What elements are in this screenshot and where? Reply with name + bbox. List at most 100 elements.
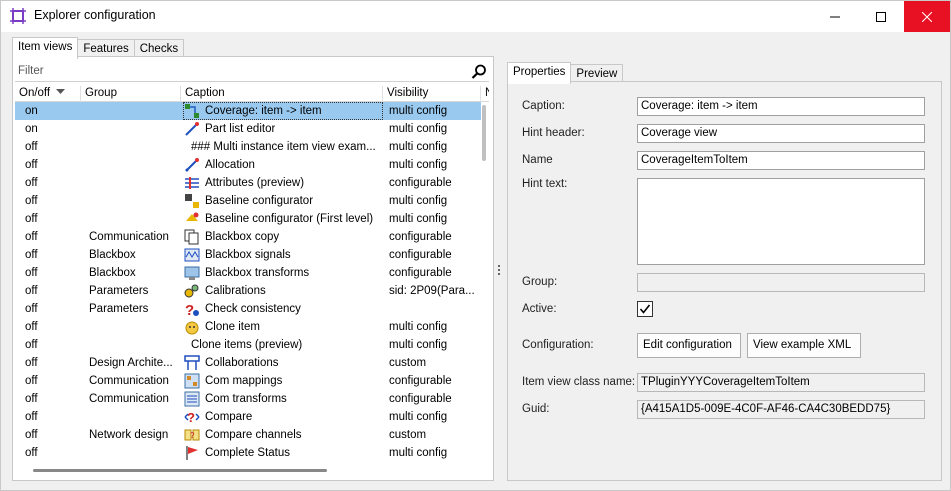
class-name-field[interactable]: TPluginYYYCoverageItemToItem (637, 373, 925, 392)
column-header-next[interactable]: N (481, 86, 489, 102)
horizontal-scrollbar[interactable] (33, 469, 327, 472)
row-onoff-cell: off (25, 447, 38, 459)
table-row[interactable]: off Baseline configurator multi config (15, 192, 481, 210)
table-row[interactable]: off Clone items (preview) multi config (15, 336, 481, 354)
caption-field[interactable]: Coverage: item -> item (637, 97, 925, 116)
row-group-cell: Communication (89, 375, 169, 387)
svg-text:?: ? (187, 410, 195, 425)
calibrations-icon (183, 283, 201, 299)
row-group-cell (89, 408, 179, 426)
row-group-cell: Communication (89, 393, 169, 405)
row-onoff-cell: off (25, 375, 38, 387)
panel-splitter[interactable] (498, 265, 501, 275)
row-group-cell: Parameters (89, 285, 149, 297)
row-visibility-cell: configurable (389, 375, 452, 387)
checkmark-icon (639, 304, 651, 314)
table-row[interactable]: off Baseline configurator (First level) mu… (15, 210, 481, 228)
row-group-cell: Blackbox (89, 267, 136, 279)
table-row[interactable]: off Clone item multi config (15, 318, 481, 336)
table-row[interactable]: off? Compare multi config (15, 408, 481, 426)
row-caption-cell: Blackbox copy (183, 228, 383, 246)
name-field[interactable]: CoverageItemToItem (637, 151, 925, 170)
edit-configuration-button[interactable]: Edit configuration (637, 333, 741, 358)
row-caption-cell: Baseline configurator (183, 192, 383, 210)
hint-header-label: Hint header: (522, 127, 585, 139)
maximize-button[interactable] (858, 1, 904, 32)
com-transforms-icon (183, 391, 201, 407)
com-mappings-icon (183, 373, 201, 389)
row-onoff-cell: off (25, 411, 38, 423)
row-group-cell (89, 210, 179, 228)
hint-text-field[interactable] (637, 178, 925, 265)
table-row[interactable]: on Part list editor multi config (15, 120, 481, 138)
table-row[interactable]: off Design Archite... Collaborations custom (15, 354, 481, 372)
row-onoff-cell: off (25, 249, 38, 261)
row-caption-text: Blackbox copy (205, 231, 280, 243)
row-caption-cell: Complete Status (183, 444, 383, 462)
table-row[interactable]: off Network design? Compare channels custom (15, 426, 481, 444)
column-header-caption[interactable]: Caption (181, 86, 383, 102)
table-row[interactable]: off Parameters Calibrations sid: 2P09(Para.… (15, 282, 481, 300)
table-row[interactable]: off Attributes (preview) configurable (15, 174, 481, 192)
row-group-cell: Blackbox (89, 249, 136, 261)
table-row[interactable]: off Allocation multi config (15, 156, 481, 174)
table-row[interactable]: off Communication Blackbox copy configurabl… (15, 228, 481, 246)
group-label: Group: (522, 276, 558, 288)
vertical-scrollbar[interactable] (482, 105, 486, 161)
tab-properties[interactable]: Properties (507, 62, 572, 84)
row-caption-cell: Blackbox signals (183, 246, 383, 264)
item-views-grid: On/off Group Caption Visibility N on Cove… (15, 86, 489, 466)
table-row[interactable]: off Communication Com mappings configurable (15, 372, 481, 390)
hint-header-field[interactable]: Coverage view (637, 124, 925, 143)
row-caption-cell: Com transforms (183, 390, 383, 408)
clone-icon (183, 319, 201, 335)
compare-channels-icon: ? (183, 427, 201, 443)
row-visibility-cell: multi config (389, 195, 448, 207)
table-row[interactable]: off Communication Com transforms configurab… (15, 390, 481, 408)
row-caption-cell: ? Check consistency (183, 300, 383, 318)
tab-item-views[interactable]: Item views (12, 37, 79, 59)
minimize-button[interactable] (812, 1, 858, 32)
row-caption-text: Compare (205, 411, 253, 423)
column-header-onoff[interactable]: On/off (15, 86, 81, 102)
row-onoff-cell: off (25, 159, 38, 171)
row-caption-text: Coverage: item -> item (205, 105, 322, 117)
column-header-group[interactable]: Group (81, 86, 181, 102)
row-caption-text: Com transforms (205, 393, 287, 405)
close-button[interactable] (904, 1, 950, 32)
attributes-icon (183, 175, 201, 191)
column-header-visibility[interactable]: Visibility (383, 86, 481, 102)
search-icon[interactable] (471, 64, 487, 80)
maximize-icon (876, 11, 886, 22)
table-row[interactable]: off Parameters? Check consistency (15, 300, 481, 318)
table-row[interactable]: off Complete Status multi config (15, 444, 481, 462)
view-example-xml-button[interactable]: View example XML (747, 333, 861, 358)
active-checkbox[interactable] (637, 301, 653, 317)
row-onoff-cell: off (25, 393, 38, 405)
table-row[interactable]: off Blackbox Blackbox transforms configurab… (15, 264, 481, 282)
row-visibility-cell: custom (389, 357, 427, 369)
guid-field[interactable]: {A415A1D5-009E-4C0F-AF46-CA4C30BEDD75} (637, 400, 925, 419)
table-row[interactable]: on Coverage: item -> item multi config (15, 102, 481, 120)
row-caption-text: Blackbox transforms (205, 267, 310, 279)
table-row[interactable]: off ### Multi instance item view exam... m… (15, 138, 481, 156)
filter-input[interactable] (15, 62, 455, 80)
row-onoff-cell: off (25, 177, 38, 189)
grid-header: On/off Group Caption Visibility N (15, 86, 489, 102)
row-group-cell: Parameters (89, 303, 149, 315)
row-visibility-cell: sid: 2P09(Para... (389, 285, 475, 297)
row-visibility-cell: multi config (389, 123, 448, 135)
properties-panel: Caption: Coverage: item -> item Hint hea… (507, 81, 942, 481)
group-field[interactable] (637, 273, 925, 292)
row-group-cell: Network design (89, 429, 169, 441)
row-onoff-cell: off (25, 267, 38, 279)
svg-text:?: ? (185, 302, 194, 317)
row-caption-cell: Coverage: item -> item (183, 102, 383, 120)
row-group-cell (89, 174, 179, 192)
guid-label: Guid: (522, 403, 550, 415)
row-caption-cell: Com mappings (183, 372, 383, 390)
row-caption-cell: Allocation (183, 156, 383, 174)
row-visibility-cell: multi config (389, 105, 448, 117)
table-row[interactable]: off Blackbox Blackbox signals configurable (15, 246, 481, 264)
row-visibility-cell: multi config (389, 213, 448, 225)
